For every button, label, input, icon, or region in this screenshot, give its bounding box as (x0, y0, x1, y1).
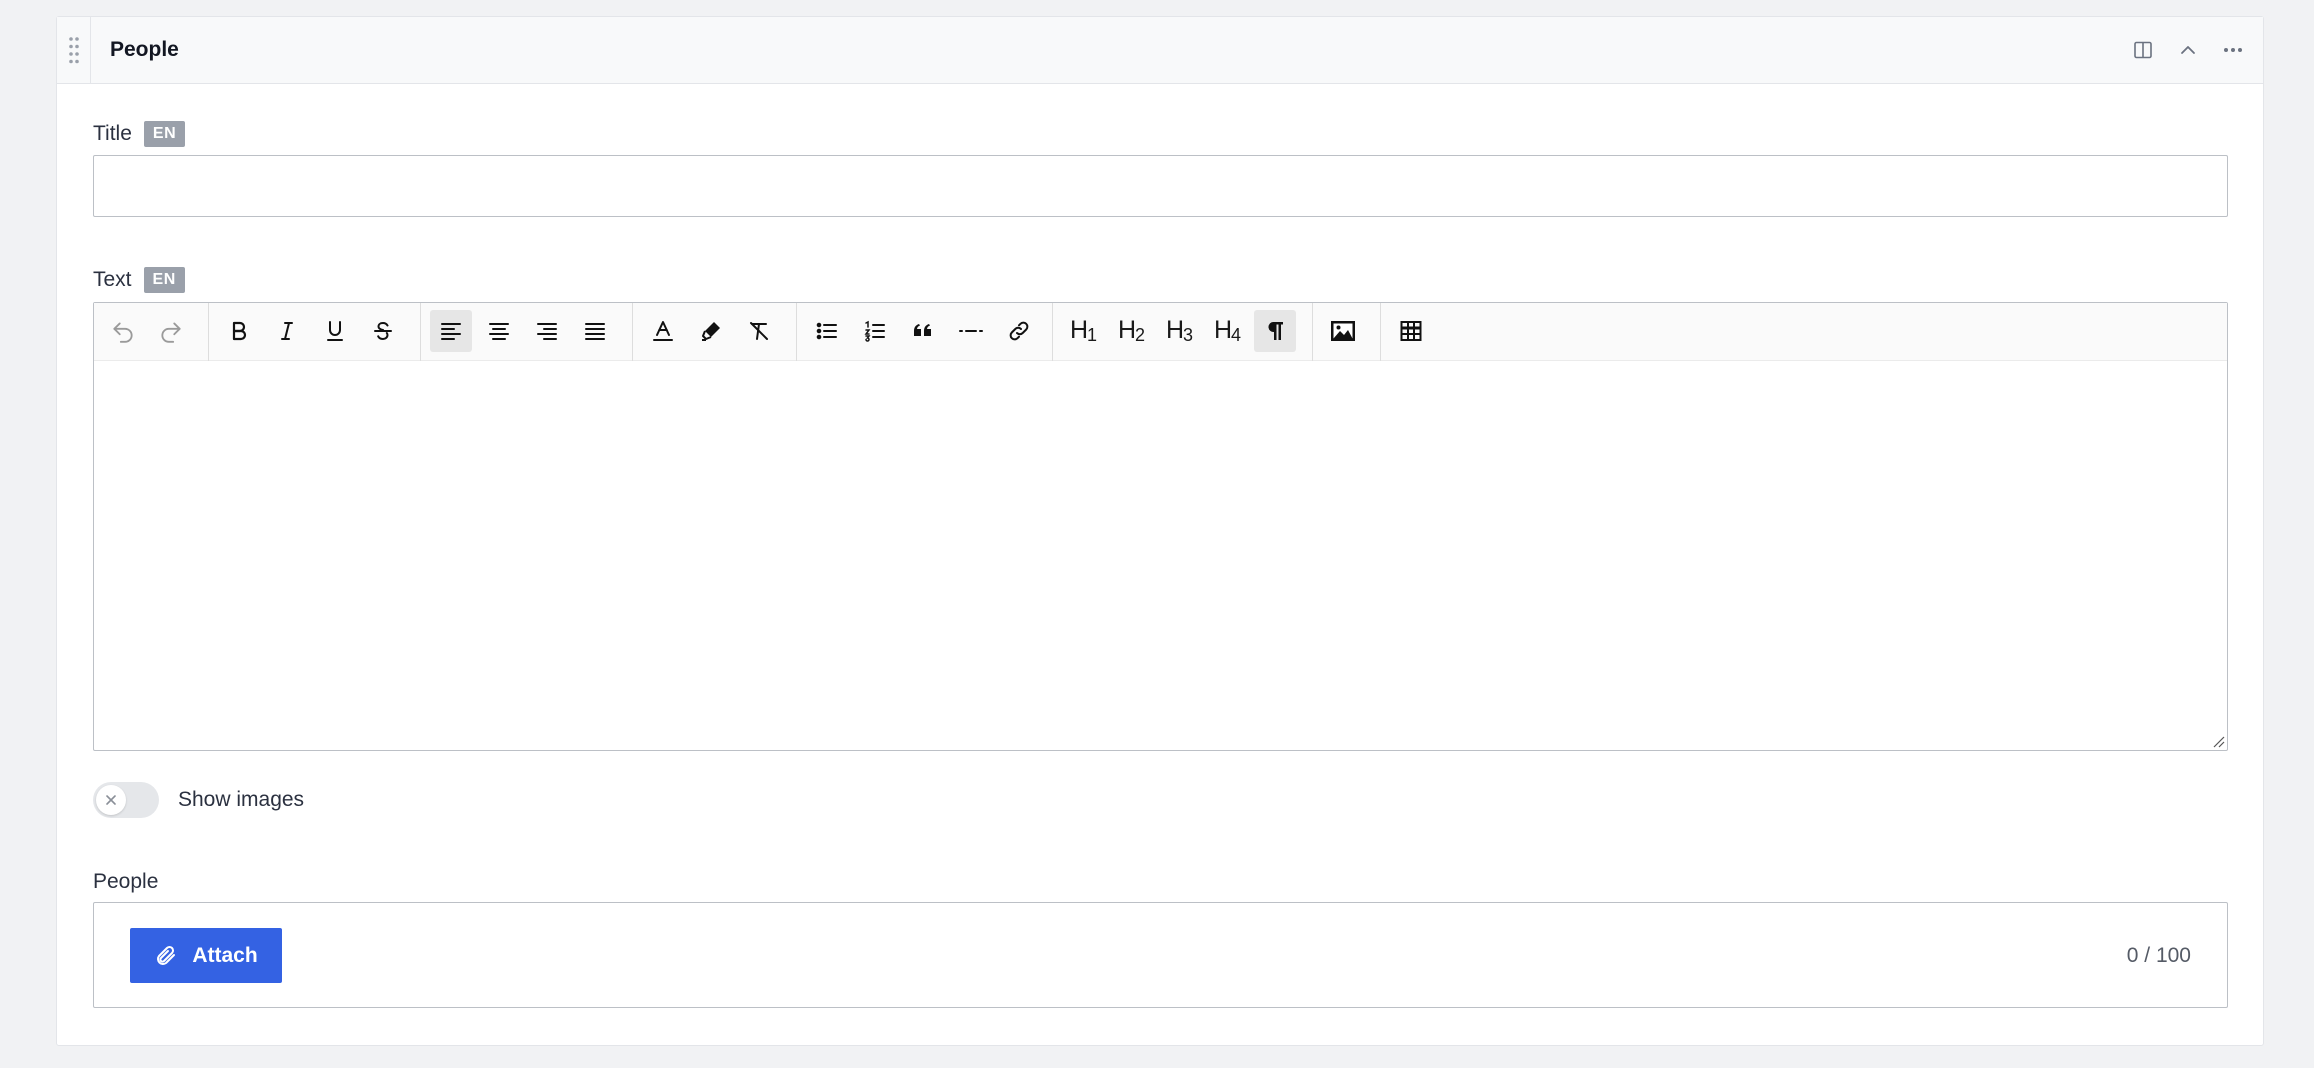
more-options-icon[interactable] (2218, 35, 2248, 65)
title-label: Title (93, 122, 132, 145)
toggle-knob (96, 785, 126, 815)
underline-icon[interactable] (314, 310, 356, 352)
toolbar-separator (420, 303, 421, 361)
people-field-label: People (93, 870, 158, 894)
image-icon[interactable] (1322, 310, 1364, 352)
title-input[interactable] (93, 155, 2228, 217)
people-panel: People Title EN Text EN H1 H2 H3 H4 Show… (56, 16, 2264, 1046)
show-images-toggle[interactable] (93, 782, 159, 818)
toolbar-separator (632, 303, 633, 361)
align-right-icon[interactable] (526, 310, 568, 352)
chevron-up-icon[interactable] (2173, 35, 2203, 65)
text-label: Text (93, 268, 132, 291)
rich-text-editor: H1 H2 H3 H4 (93, 302, 2228, 751)
link-icon[interactable] (998, 310, 1040, 352)
split-view-icon[interactable] (2128, 35, 2158, 65)
toolbar-separator (1380, 303, 1381, 361)
undo-icon[interactable] (102, 310, 144, 352)
toolbar-separator (208, 303, 209, 361)
toolbar-separator (1312, 303, 1313, 361)
quote-icon[interactable] (902, 310, 944, 352)
horizontal-rule-icon[interactable] (950, 310, 992, 352)
close-icon (106, 795, 116, 805)
strikethrough-icon[interactable] (362, 310, 404, 352)
editor-content-area[interactable] (94, 362, 2227, 750)
bullet-list-icon[interactable] (806, 310, 848, 352)
redo-icon[interactable] (150, 310, 192, 352)
ordered-list-icon[interactable] (854, 310, 896, 352)
highlighter-icon[interactable] (690, 310, 732, 352)
panel-header: People (57, 17, 2263, 84)
heading-3-icon[interactable]: H3 (1158, 310, 1200, 352)
attach-count: 0 / 100 (2126, 944, 2191, 967)
table-icon[interactable] (1390, 310, 1432, 352)
bold-icon[interactable] (218, 310, 260, 352)
heading-4-icon[interactable]: H4 (1206, 310, 1248, 352)
title-field-label: Title EN (93, 121, 186, 147)
title-lang-badge: EN (143, 121, 186, 147)
attach-button-label: Attach (192, 943, 258, 967)
italic-icon[interactable] (266, 310, 308, 352)
resize-handle-icon[interactable] (2211, 734, 2225, 748)
show-images-toggle-row: Show images (93, 782, 304, 818)
people-attach-box: Attach 0 / 100 (93, 902, 2228, 1008)
editor-toolbar: H1 H2 H3 H4 (94, 303, 2227, 361)
attach-button[interactable]: Attach (130, 928, 282, 983)
panel-title: People (110, 38, 179, 61)
text-field-label: Text EN (93, 267, 185, 293)
text-color-icon[interactable] (642, 310, 684, 352)
paperclip-icon (157, 945, 176, 965)
people-label: People (93, 870, 159, 893)
align-left-icon[interactable] (430, 310, 472, 352)
heading-2-icon[interactable]: H2 (1110, 310, 1152, 352)
clear-format-icon[interactable] (738, 310, 780, 352)
toolbar-separator (1052, 303, 1053, 361)
align-center-icon[interactable] (478, 310, 520, 352)
heading-1-icon[interactable]: H1 (1062, 310, 1104, 352)
align-justify-icon[interactable] (574, 310, 616, 352)
show-images-label: Show images (178, 788, 305, 811)
text-lang-badge: EN (143, 267, 185, 293)
toolbar-separator (796, 303, 797, 361)
drag-handle-icon[interactable] (57, 17, 91, 83)
paragraph-icon[interactable] (1254, 310, 1296, 352)
